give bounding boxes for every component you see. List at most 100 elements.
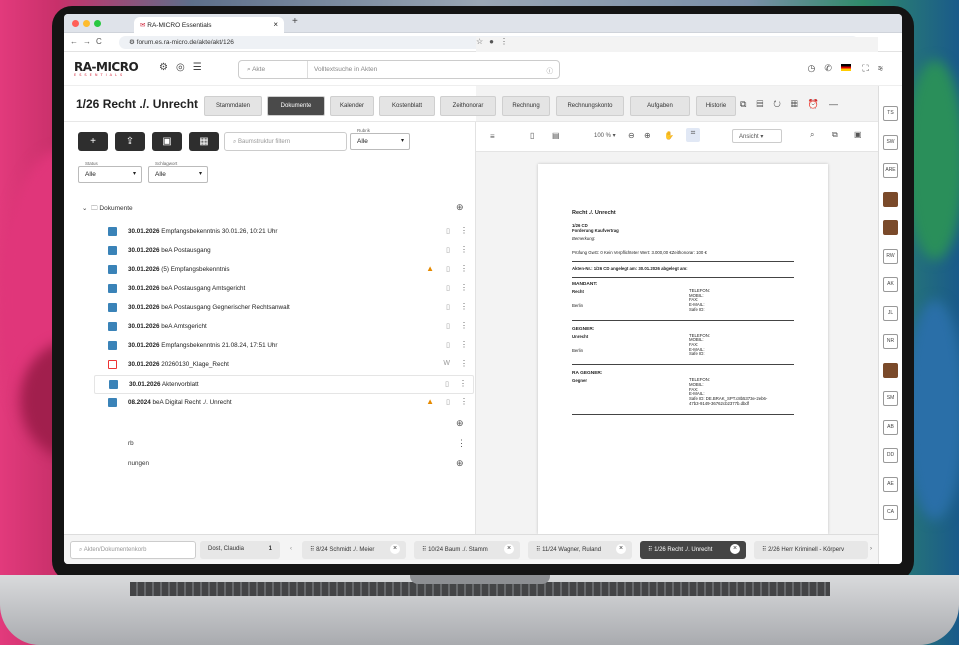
attachment-icon[interactable]: ▯ <box>446 322 450 330</box>
user-initials-chip[interactable]: DD <box>883 448 898 463</box>
user-initials-chip[interactable]: AE <box>883 476 898 492</box>
user-initials-chip[interactable]: CA <box>883 505 898 520</box>
tree-root-dokumente[interactable]: ⌄ 🗀 Dokumente <box>82 204 133 215</box>
hand-tool-icon[interactable]: ✋ <box>664 131 674 140</box>
user-initials-chip[interactable]: AK <box>883 277 898 292</box>
browser-tab[interactable]: ✉ RA-MICRO Essentials × <box>134 17 284 33</box>
tab-kalender[interactable]: Kalender <box>330 96 374 116</box>
zoom-select[interactable]: 100 % ▾ <box>594 132 616 139</box>
tree-row[interactable]: 30.01.2026 (5) Empfangsbekenntnis ▲ ▯ ⋮ <box>94 261 474 280</box>
document-plus-icon[interactable] <box>108 341 117 350</box>
more-icon[interactable]: ⋮ <box>459 379 467 388</box>
user-initials-chip[interactable]: JL <box>883 305 898 321</box>
tree-row[interactable]: 30.01.2026 beA Postausgang ▯ ⋮ <box>94 242 474 261</box>
tree-row[interactable]: 08.2024 beA Digital Recht ./. Unrecht ▲ … <box>94 394 474 413</box>
attachment-icon[interactable]: ▯ <box>446 303 450 311</box>
more-icon[interactable]: ⋮ <box>460 302 468 311</box>
tab-rechnung[interactable]: Rechnung <box>502 96 550 116</box>
chevron-left-icon[interactable]: ‹ <box>290 546 292 552</box>
tree-subfolder[interactable]: rb <box>128 440 134 447</box>
rubrik-select[interactable]: Rubrik Alle ▾ <box>350 128 410 150</box>
more-icon[interactable]: ⋮ <box>460 340 468 349</box>
search-icon[interactable]: ⌕ <box>810 130 814 140</box>
tab-aufgaben[interactable]: Aufgaben <box>630 96 690 116</box>
close-tab-icon[interactable]: × <box>273 20 278 29</box>
user-chip[interactable]: Dost, Claudia 1 <box>200 541 280 559</box>
tree-row[interactable]: 30.01.2026 20260130_Klage_Recht W ⋮ <box>94 356 474 375</box>
clear-search-icon[interactable]: ⓘ <box>547 65 554 75</box>
attachment-icon[interactable]: ▯ <box>446 398 450 406</box>
scan-button[interactable]: ▣ <box>152 132 182 151</box>
document-plus-icon[interactable] <box>108 398 117 407</box>
tree-row[interactable]: 30.01.2026 Aktenvorblatt ▯ ⋮ <box>94 375 474 394</box>
sidebar-toggle-icon[interactable]: ≡ <box>490 132 495 141</box>
global-search[interactable]: ⌕ Akte Volltextsuche in Akten ⓘ <box>238 60 560 79</box>
tab-stammdaten[interactable]: Stammdaten <box>204 96 262 116</box>
user-initials-chip[interactable]: SM <box>883 391 898 406</box>
more-icon[interactable]: ⋮ <box>460 283 468 292</box>
more-icon[interactable]: ⋮ <box>460 264 468 273</box>
nav-buttons[interactable]: ←→C <box>70 37 107 46</box>
user-initials-chip[interactable]: TS <box>883 106 898 121</box>
close-icon[interactable]: × <box>730 544 740 554</box>
attachment-icon[interactable]: ▯ <box>446 227 450 235</box>
more-icon[interactable]: ⋮ <box>460 226 468 235</box>
close-window-icon[interactable] <box>72 20 79 27</box>
attachment-icon[interactable]: ▯ <box>446 341 450 349</box>
minimize-window-icon[interactable] <box>83 20 90 27</box>
zoom-in-icon[interactable]: ⊕ <box>644 131 651 140</box>
tree-subfolder[interactable]: nungen <box>128 460 149 467</box>
tree-row[interactable]: 30.01.2026 beA Postausgang Gegnerischer … <box>94 299 474 318</box>
header-right-icons[interactable]: ◷✆ ⛶≋ <box>808 63 893 74</box>
open-file-tab[interactable]: ⠿ 1/26 Recht ./. Unrecht × <box>640 541 746 559</box>
akten-search-input[interactable]: ⌕ Akten/Dokumentenkorb <box>70 541 196 559</box>
document-plus-icon[interactable] <box>108 227 117 236</box>
view-select[interactable]: Ansicht ▾ <box>732 129 782 143</box>
save-icon[interactable]: ▣ <box>854 130 862 139</box>
open-external-icon[interactable]: ⧉ <box>832 130 838 140</box>
add-circle-icon[interactable]: ⊕ <box>456 202 464 213</box>
attachment-icon[interactable]: ▯ <box>446 246 450 254</box>
document-plus-icon[interactable] <box>108 284 117 293</box>
close-icon[interactable]: × <box>390 544 400 554</box>
user-avatar[interactable] <box>883 362 898 378</box>
user-initials-chip[interactable]: ARE <box>883 163 898 178</box>
word-icon[interactable]: W <box>443 360 450 367</box>
user-avatar[interactable] <box>883 191 898 207</box>
attachment-icon[interactable]: ▯ <box>446 265 450 273</box>
add-circle-icon[interactable]: ⊕ <box>456 458 464 469</box>
open-file-tab[interactable]: ⠿ 11/24 Wagner, Ruland × <box>528 541 632 559</box>
document-plus-icon[interactable] <box>108 246 117 255</box>
close-icon[interactable]: × <box>616 544 626 554</box>
chevron-right-icon[interactable]: › <box>870 546 872 552</box>
more-icon[interactable]: ⋮ <box>460 245 468 254</box>
document-plus-icon[interactable] <box>109 380 118 389</box>
new-tab-icon[interactable]: + <box>292 16 298 27</box>
add-button[interactable]: + <box>78 132 108 151</box>
file-action-icons[interactable]: ⧉▤↻▦⏰— <box>740 99 848 110</box>
more-icon[interactable]: ⋮ <box>457 438 466 449</box>
pdf-file-icon[interactable] <box>108 360 117 369</box>
tab-historie[interactable]: Historie <box>696 96 736 116</box>
document-plus-icon[interactable] <box>108 265 117 274</box>
more-icon[interactable]: ⋮ <box>460 321 468 330</box>
search-scope[interactable]: Akte <box>252 66 265 73</box>
open-file-tab[interactable]: ⠿ 10/24 Baum ./. Stamm × <box>414 541 520 559</box>
thumbnail-icon[interactable]: ▯ <box>530 131 534 140</box>
tab-kostenblatt[interactable]: Kostenblatt <box>379 96 435 116</box>
header-tool-icons[interactable]: ⚙◎☰ <box>159 62 210 73</box>
open-file-tab[interactable]: ⠿ 8/24 Schmidt ./. Meier × <box>302 541 406 559</box>
schlagwort-select[interactable]: Schlagwort Alle ▾ <box>148 161 208 183</box>
tab-rechnungskonto[interactable]: Rechnungskonto <box>556 96 624 116</box>
more-icon[interactable]: ⋮ <box>460 359 468 368</box>
close-icon[interactable]: × <box>504 544 514 554</box>
open-file-tab[interactable]: ⠿ 2/26 Herr Kriminell - Körperv <box>754 541 868 559</box>
tree-row[interactable]: 30.01.2026 Empfangsbekenntnis 21.08.24, … <box>94 337 474 356</box>
user-initials-chip[interactable]: NR <box>883 334 898 349</box>
tree-row[interactable]: 30.01.2026 Empfangsbekenntnis 30.01.26, … <box>94 223 474 242</box>
tree-row[interactable]: 30.01.2026 beA Postausgang Amtsgericht ▯… <box>94 280 474 299</box>
tree-row[interactable]: 30.01.2026 beA Amtsgericht ▯ ⋮ <box>94 318 474 337</box>
document-plus-icon[interactable] <box>108 303 117 312</box>
tab-zeithonorar[interactable]: Zeithonorar <box>440 96 496 116</box>
upload-button[interactable]: ⇪ <box>115 132 145 151</box>
